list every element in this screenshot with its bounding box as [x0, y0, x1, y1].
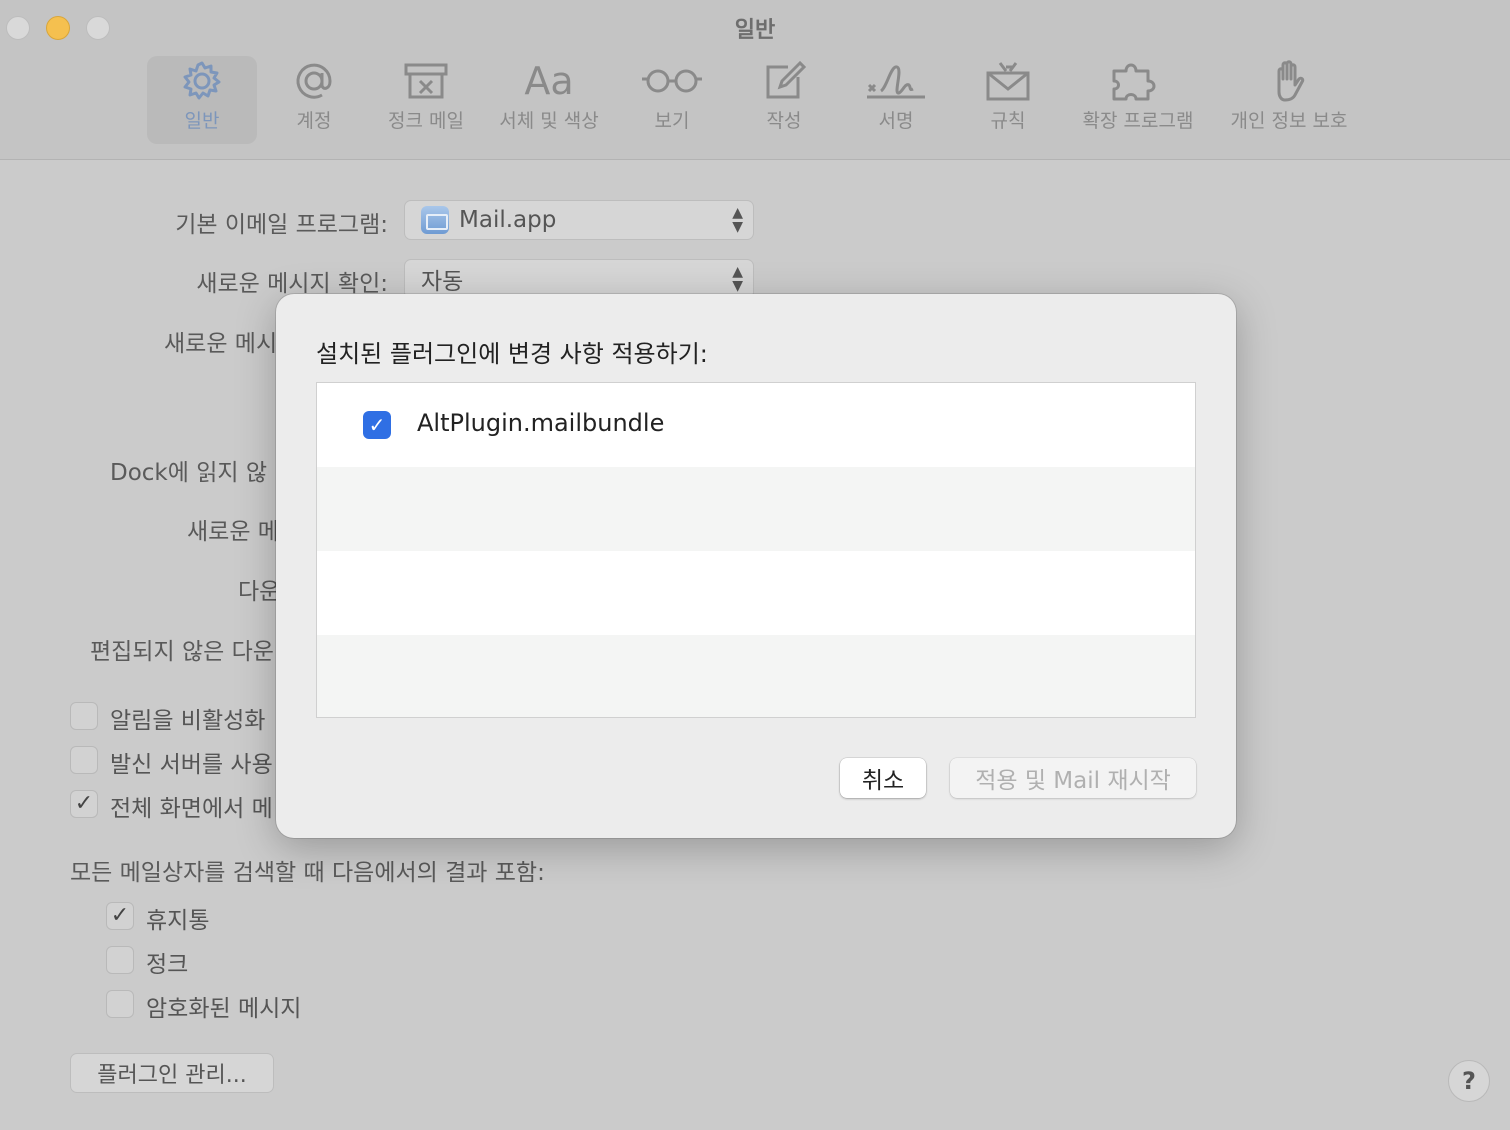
checkbox-label: 휴지통	[146, 908, 210, 934]
at-icon	[272, 56, 356, 106]
toolbar-tab-label: 확장 프로그램	[1082, 110, 1194, 132]
toolbar-tab-extensions[interactable]: 확장 프로그램	[1074, 56, 1202, 144]
checkbox-disable-notifications[interactable]	[70, 702, 98, 730]
compose-icon	[744, 56, 824, 106]
toolbar-tab-general[interactable]: 일반	[147, 56, 257, 144]
check-new-label: 새로운 메시지 확인:	[196, 271, 388, 297]
plugin-name: AltPlugin.mailbundle	[417, 409, 665, 437]
chevron-updown-icon: ▲ ▼	[732, 205, 743, 235]
rules-envelope-icon	[968, 56, 1048, 106]
checkbox-label: 암호화된 메시지	[146, 996, 302, 1022]
toolbar-tab-label: 규칙	[990, 110, 1026, 132]
chevron-updown-icon: ▲ ▼	[732, 264, 743, 294]
checkbox-trash[interactable]: ✓	[106, 902, 134, 930]
hand-icon	[1222, 56, 1356, 106]
junk-box-icon	[378, 56, 474, 106]
new-message-notify-label: 새로운 메	[187, 519, 279, 545]
checkbox-label: 알림을 비활성화	[110, 708, 266, 734]
toolbar-tab-label: 개인 정보 보호	[1230, 110, 1348, 132]
cancel-button[interactable]: 취소	[840, 758, 926, 798]
sheet-title: 설치된 플러그인에 변경 사항 적용하기:	[316, 340, 708, 368]
list-item	[317, 635, 1195, 717]
list-item	[317, 467, 1195, 551]
checkbox-outgoing-server[interactable]	[70, 746, 98, 774]
checkbox-label: 정크	[146, 952, 189, 978]
new-message-sound-label: 새로운 메시	[164, 331, 278, 357]
toolbar-tab-label: 계정	[296, 110, 332, 132]
mail-app-icon	[421, 206, 449, 234]
window-titlebar: 일반 일반 계정 정크 메일 Aa 서체 및 색상 보기 작성 서명 규칙 확장…	[0, 0, 1510, 160]
check-new-popup[interactable]: 자동 ▲ ▼	[404, 259, 754, 299]
signature-icon	[856, 56, 936, 106]
toolbar-tab-privacy[interactable]: 개인 정보 보호	[1222, 56, 1356, 144]
toolbar-tab-rules[interactable]: 규칙	[968, 56, 1048, 144]
dock-unread-label: Dock에 읽지 않	[110, 460, 268, 486]
toolbar-tab-junk-mail[interactable]: 정크 메일	[378, 56, 474, 144]
toolbar-tab-label: 작성	[766, 110, 802, 132]
toolbar-tab-accounts[interactable]: 계정	[272, 56, 356, 144]
font-aa-icon: Aa	[524, 59, 574, 103]
checkbox-junk[interactable]	[106, 946, 134, 974]
apply-restart-button[interactable]: 적용 및 Mail 재시작	[950, 758, 1196, 798]
plugin-sheet: 설치된 플러그인에 변경 사항 적용하기: ✓ AltPlugin.mailbu…	[276, 294, 1236, 838]
checkbox-label: 전체 화면에서 메	[110, 796, 273, 822]
download-label: 다운	[238, 579, 281, 605]
toolbar-tab-compose[interactable]: 작성	[744, 56, 824, 144]
default-mail-label: 기본 이메일 프로그램:	[175, 212, 388, 238]
puzzle-icon	[1074, 56, 1202, 106]
plugin-row[interactable]: ✓ AltPlugin.mailbundle	[317, 383, 1195, 467]
toolbar-tab-label: 일반	[184, 110, 220, 132]
plugin-list: ✓ AltPlugin.mailbundle	[316, 382, 1196, 718]
manage-plugins-button[interactable]: 플러그인 관리...	[70, 1053, 274, 1093]
search-include-label: 모든 메일상자를 검색할 때 다음에서의 결과 포함:	[70, 860, 545, 886]
checkbox-fullscreen[interactable]: ✓	[70, 790, 98, 818]
gear-icon	[147, 56, 257, 106]
plugin-checkbox[interactable]: ✓	[363, 411, 391, 439]
toolbar-tab-label: 서체 및 색상	[499, 110, 599, 132]
default-mail-value: Mail.app	[459, 207, 557, 233]
help-button[interactable]: ?	[1448, 1060, 1490, 1102]
check-new-value: 자동	[421, 269, 464, 295]
toolbar-tab-label: 정크 메일	[388, 110, 464, 132]
checkbox-label: 발신 서버를 사용	[110, 752, 273, 778]
toolbar-tab-label: 보기	[654, 110, 690, 132]
default-mail-popup[interactable]: Mail.app ▲ ▼	[404, 200, 754, 240]
toolbar-tab-label: 서명	[878, 110, 914, 132]
checkbox-encrypted[interactable]	[106, 990, 134, 1018]
remove-unedited-label: 편집되지 않은 다운	[90, 639, 274, 665]
glasses-icon	[632, 56, 712, 106]
toolbar-tab-view[interactable]: 보기	[632, 56, 712, 144]
list-item	[317, 551, 1195, 635]
window-title: 일반	[734, 18, 776, 43]
toolbar-tab-signatures[interactable]: 서명	[856, 56, 936, 144]
toolbar-tab-fonts-colors[interactable]: Aa 서체 및 색상	[492, 56, 606, 144]
